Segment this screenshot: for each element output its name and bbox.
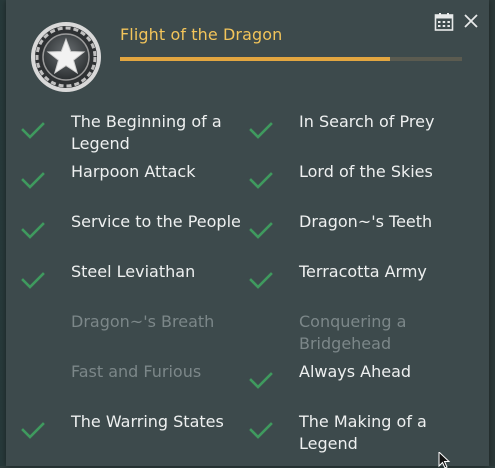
checkmark-icon [249, 271, 273, 289]
achievement-label: Fast and Furious [71, 362, 202, 381]
checkmark-icon [21, 121, 45, 139]
achievement-label: Lord of the Skies [299, 162, 433, 181]
achievement-label: Steel Leviathan [71, 262, 196, 281]
progress-fill [120, 57, 391, 61]
checkmark-icon [21, 221, 45, 239]
checkmark-icon [249, 421, 273, 439]
achievement-label: The Beginning of a Legend [71, 112, 222, 153]
achievement-label: Dragon~'s Breath [71, 312, 215, 331]
page-title: Flight of the Dragon [120, 25, 283, 44]
checkmark-icon [21, 271, 45, 289]
checkmark-icon [21, 421, 45, 439]
progress-bar [120, 57, 462, 61]
achievement-label: Dragon~'s Teeth [299, 212, 433, 231]
achievement-label: Conquering a Bridgehead [299, 312, 407, 353]
star-badge-icon [31, 22, 101, 92]
achievement-label: Service to the People [71, 212, 241, 231]
achievement-label: The Warring States [71, 412, 224, 431]
checkmark-icon [249, 171, 273, 189]
checkmark-icon [249, 371, 273, 389]
close-icon[interactable] [462, 12, 480, 30]
checkmark-icon [249, 221, 273, 239]
achievement-label: In Search of Prey [299, 112, 435, 131]
checkmark-icon [21, 171, 45, 189]
calendar-icon[interactable] [434, 12, 454, 32]
achievement-label: Always Ahead [299, 362, 412, 381]
checkmark-icon [249, 121, 273, 139]
achievement-label: Harpoon Attack [71, 162, 196, 181]
achievement-label: Terracotta Army [299, 262, 427, 281]
achievement-label: The Making of a Legend [299, 412, 427, 453]
